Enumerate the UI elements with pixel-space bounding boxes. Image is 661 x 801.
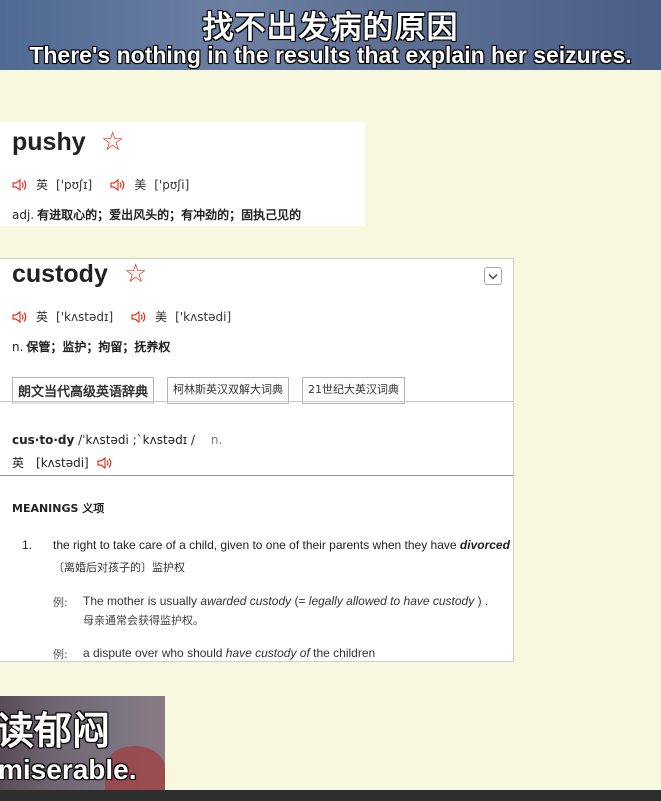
sense-number: 1. xyxy=(22,538,33,552)
us-label: 美 xyxy=(155,310,168,324)
example-text: The mother is usually xyxy=(83,594,201,608)
tab-21st-century[interactable]: 21世纪大英汉词典 xyxy=(302,377,406,404)
uk-label: 英 xyxy=(12,456,25,470)
example-label: 例: xyxy=(53,596,68,609)
subtitle-english: There's nothing in the results that expl… xyxy=(29,42,632,68)
chevron-down-icon[interactable] xyxy=(484,267,502,285)
part-of-speech: adj. xyxy=(12,208,35,222)
pronunciation-row: 英 ['kʌstədɪ] 美 ['kʌstədi] xyxy=(12,308,249,325)
example-text: a dispute over who should xyxy=(83,646,226,660)
example-text: the children xyxy=(309,646,376,660)
entry-phonetic: /ˈkʌstədi ;ˋkʌstədɪ / xyxy=(78,433,196,447)
video-frame-bottom: 读郁闷 miserable. xyxy=(0,696,165,790)
speaker-icon[interactable] xyxy=(110,178,126,191)
subtitle-chinese: 找不出发病的原因 xyxy=(202,10,459,46)
sense-translation: 〔离婚后对孩子的〕监护权 xyxy=(53,561,185,574)
example-emphasis: legally allowed to have custody xyxy=(308,594,475,608)
bottom-bar xyxy=(0,790,661,801)
entry-pos: n. xyxy=(210,433,223,447)
example-label: 例: xyxy=(53,648,68,661)
subtitle-chinese: 读郁闷 xyxy=(0,709,111,753)
uk-label: 英 xyxy=(36,178,49,192)
example-sentence: The mother is usually awarded custody (=… xyxy=(83,594,488,608)
us-phonetic: ['kʌstədi] xyxy=(175,309,232,324)
dict-card-custody: custody ☆ 英 ['kʌstədɪ] 美 ['kʌstədi] n. 保管… xyxy=(0,258,514,662)
definition-text: 保管；监护；拘留；抚养权 xyxy=(26,340,171,354)
us-label: 美 xyxy=(134,178,147,192)
us-phonetic: ['pʊʃi] xyxy=(154,177,190,192)
sense-definition: the right to take care of a child, given… xyxy=(53,538,510,552)
tab-longman[interactable]: 朗文当代高级英语辞典 xyxy=(12,377,155,404)
speaker-icon[interactable] xyxy=(12,310,28,323)
tab-divider xyxy=(0,401,513,402)
section-divider xyxy=(0,475,513,476)
definition-text: 有进取心的；爱出风头的；有冲劲的；固执己见的 xyxy=(37,208,302,222)
sense-definition-text: the right to take care of a child, given… xyxy=(53,538,460,552)
definition: adj. 有进取心的；爱出风头的；有冲劲的；固执己见的 xyxy=(12,206,301,223)
uk-phonetic: ['kʌstədɪ] xyxy=(56,309,114,324)
example-text: ) . xyxy=(474,594,489,608)
uk-phonetic: [kʌstədi] xyxy=(36,455,89,470)
speaker-icon[interactable] xyxy=(131,310,147,323)
example-translation: 母亲通常会获得监护权。 xyxy=(83,614,204,627)
definition: n. 保管；监护；拘留；抚养权 xyxy=(12,338,170,355)
tab-collins[interactable]: 柯林斯英汉双解大词典 xyxy=(167,377,290,404)
dictionary-tabs: 朗文当代高级英语辞典 柯林斯英汉双解大词典 21世纪大英汉词典 xyxy=(12,377,406,404)
meanings-heading: MEANINGS 义项 xyxy=(12,502,105,515)
syllables: cus·to·dy xyxy=(12,433,75,447)
example-emphasis: have custody of xyxy=(225,646,310,660)
video-frame-top: 找不出发病的原因 There's nothing in the results … xyxy=(0,0,661,70)
example-emphasis: awarded custody xyxy=(200,594,292,608)
star-outline-icon[interactable]: ☆ xyxy=(101,128,124,154)
star-outline-icon[interactable]: ☆ xyxy=(124,260,147,286)
part-of-speech: n. xyxy=(12,340,24,354)
entry-pronunciation: 英 [kʌstədi] xyxy=(12,454,121,471)
subtitle-english: miserable. xyxy=(0,754,137,785)
entry-header: cus·to·dy /ˈkʌstədi ;ˋkʌstədɪ / n. xyxy=(12,433,222,447)
sense-definition-emphasis: divorced xyxy=(459,538,510,552)
speaker-icon[interactable] xyxy=(97,456,113,469)
pronunciation-row: 英 ['pʊʃɪ] 美 ['pʊʃi] xyxy=(12,176,207,193)
uk-phonetic: ['pʊʃɪ] xyxy=(56,177,93,192)
dict-card-pushy: pushy ☆ 英 ['pʊʃɪ] 美 ['pʊʃi] adj. 有进取心的；爱出… xyxy=(0,122,365,226)
uk-label: 英 xyxy=(36,310,49,324)
headword: pushy xyxy=(12,128,86,156)
example-text: (= xyxy=(291,594,309,608)
headword: custody xyxy=(12,260,108,288)
speaker-icon[interactable] xyxy=(12,178,28,191)
example-sentence: a dispute over who should have custody o… xyxy=(83,646,375,660)
